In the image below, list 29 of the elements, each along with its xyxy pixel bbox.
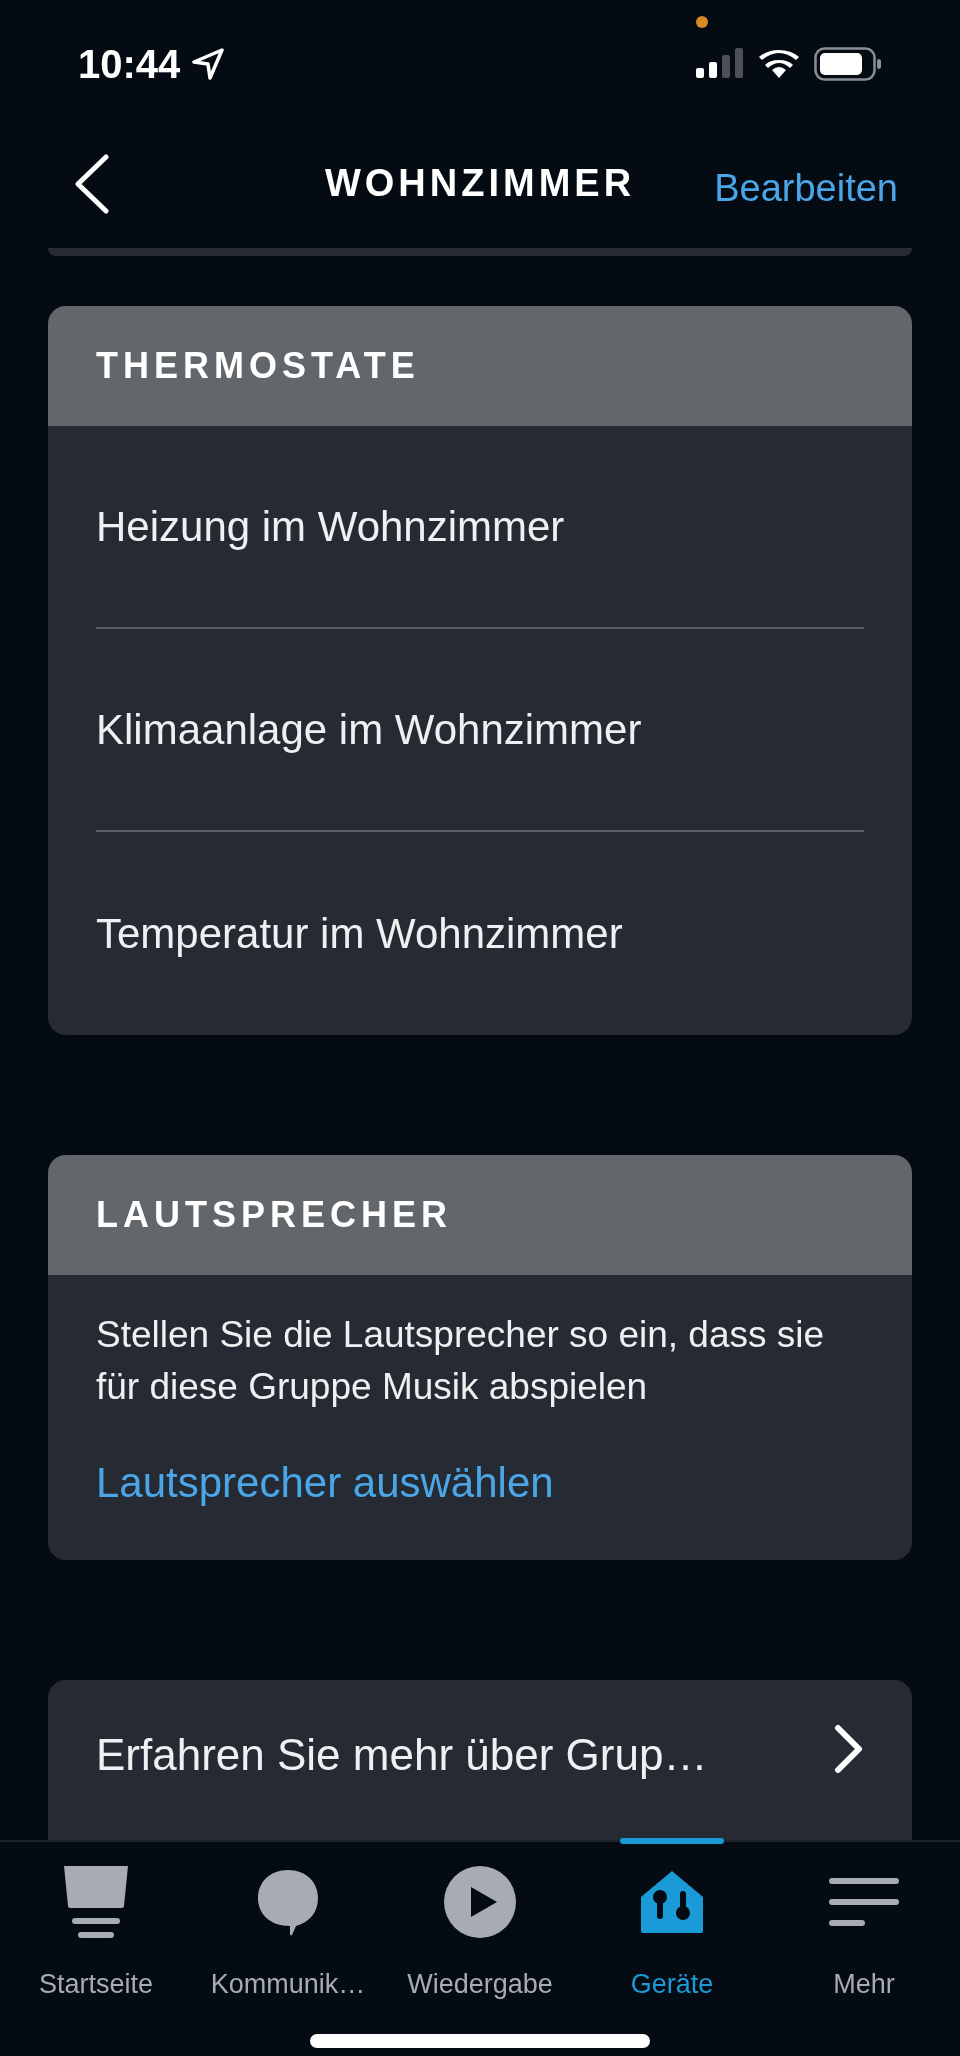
device-name: Heizung im Wohnzimmer [96, 502, 565, 552]
page-title: WOHNZIMMER [324, 160, 636, 206]
device-name: Klimaanlage im Wohnzimmer [96, 705, 642, 755]
speech-bubble-icon [256, 1868, 320, 1936]
description-text: Stellen Sie die Lautsprecher so ein, dass sie für diese Gruppe Musik abspielen [96, 1313, 826, 1409]
battery-icon [814, 47, 882, 81]
section-title: LAUTSPRECHER [96, 1193, 452, 1237]
back-chevron-icon [74, 154, 110, 214]
device-row[interactable]: Heizung im Wohnzimmer [96, 426, 864, 629]
learn-more-row[interactable]: Erfahren Sie mehr über Grup… [48, 1680, 912, 1840]
status-time: 10:44 [78, 41, 181, 88]
house-icon [639, 1869, 705, 1935]
tab-bar-item[interactable]: Startseite [0, 1842, 192, 2056]
menu-icon [829, 1876, 899, 1928]
cellular-signal-icon [696, 48, 744, 80]
lamp-icon [62, 1864, 130, 1940]
wifi-icon [758, 48, 800, 80]
tab-bar-item[interactable]: Kommunik… [192, 1842, 384, 2056]
chevron-right-icon [834, 1724, 864, 1774]
select-speakers-link[interactable]: Lautsprecher auswählen [96, 1451, 864, 1514]
device-row[interactable]: Temperatur im Wohnzimmer [96, 832, 864, 1035]
edit-button[interactable]: Bearbeiten [714, 160, 898, 217]
device-row[interactable]: Klimaanlage im Wohnzimmer [96, 629, 864, 832]
play-icon [443, 1865, 517, 1939]
location-arrow-icon [192, 48, 225, 80]
tab-bar-item[interactable]: Mehr [768, 1842, 960, 2056]
section-title: THERMOSTATE [96, 344, 420, 388]
tab-bar-item[interactable]: Wiedergabe [384, 1842, 576, 2056]
device-name: Temperatur im Wohnzimmer [96, 909, 623, 959]
